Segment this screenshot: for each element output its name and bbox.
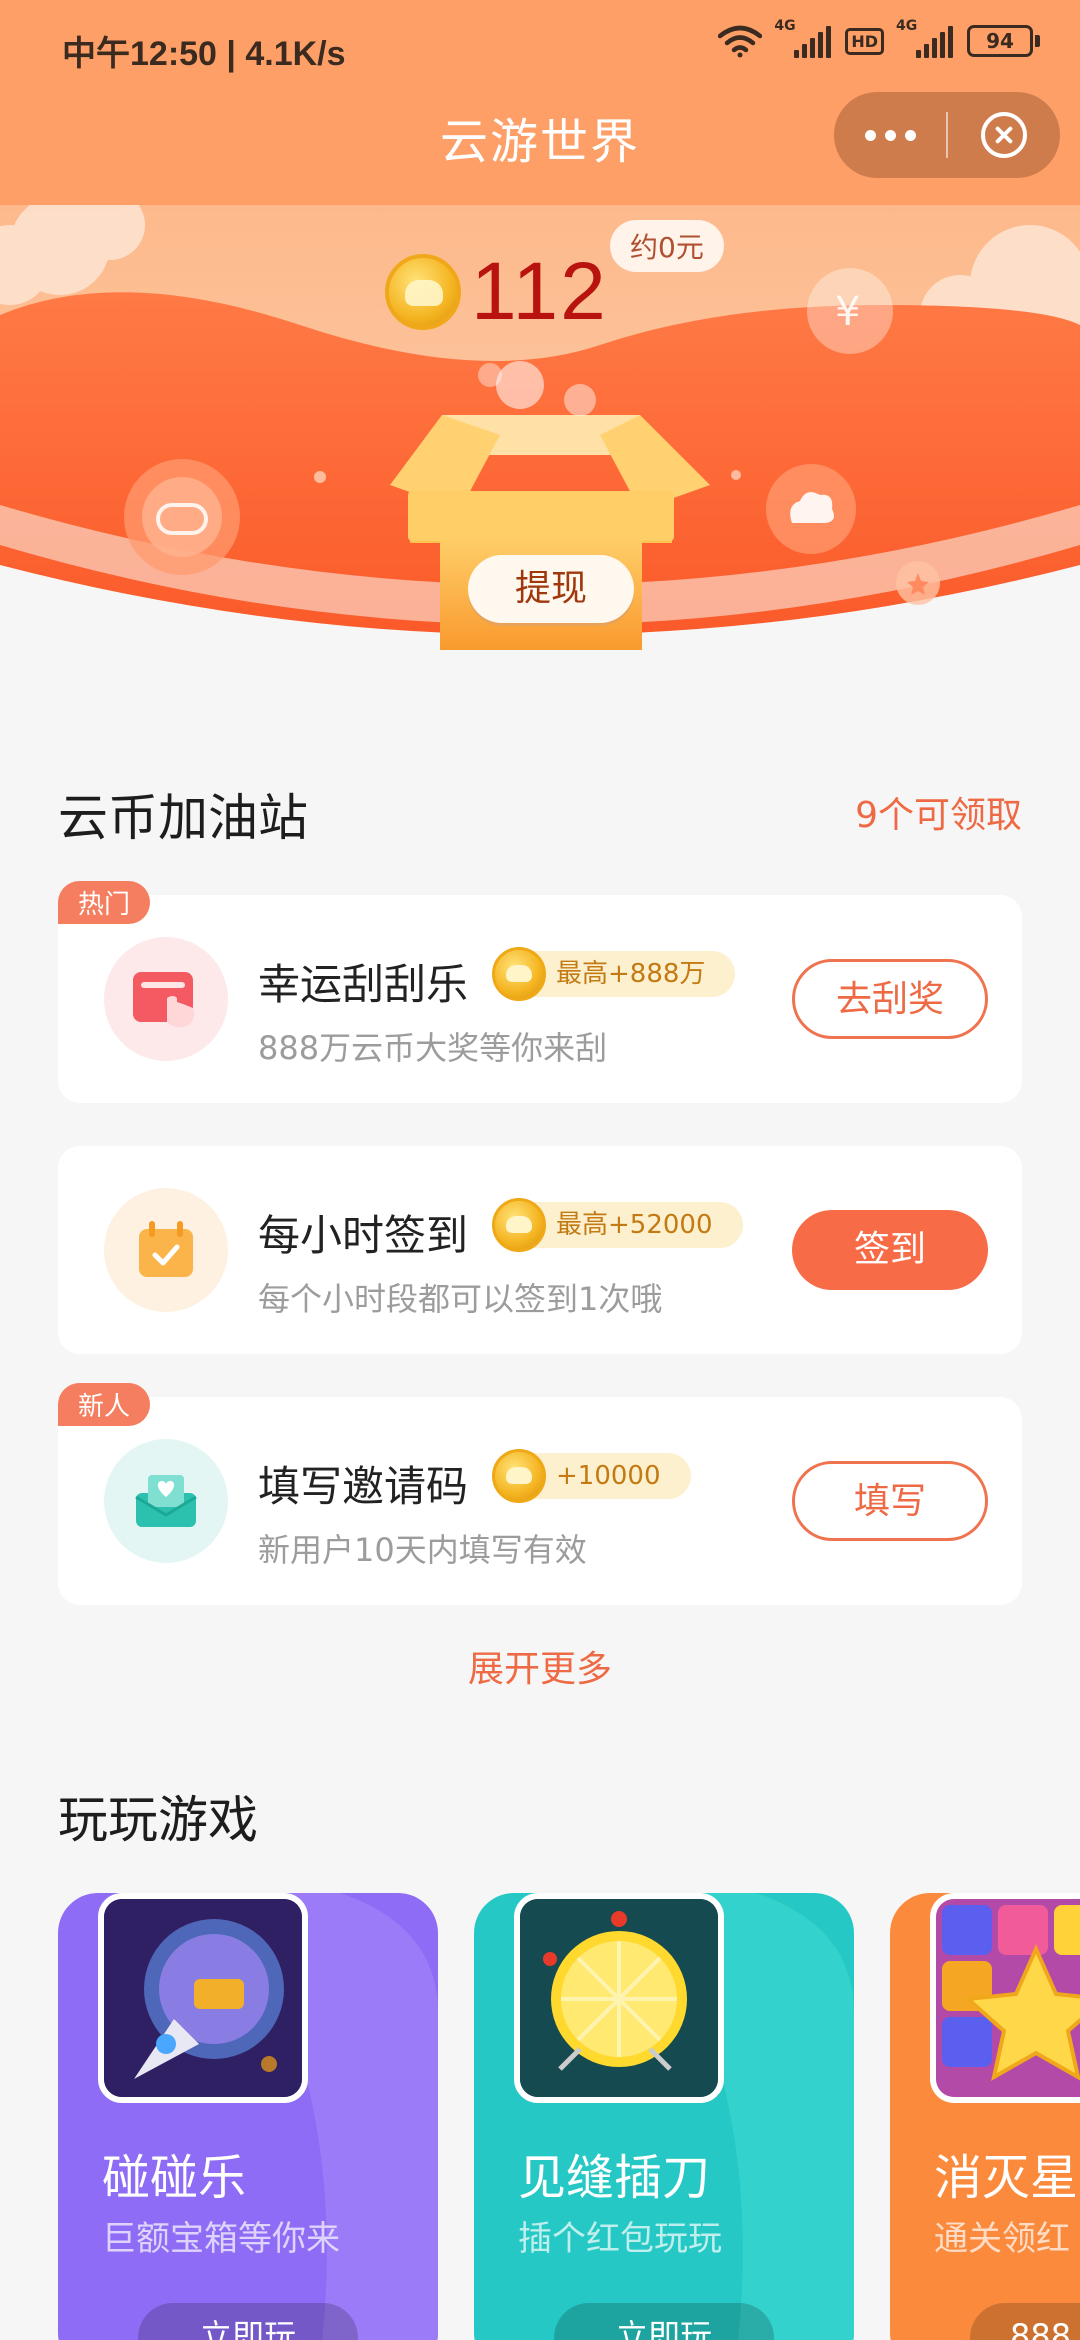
hd-badge: HD bbox=[845, 27, 884, 55]
coin-icon bbox=[492, 947, 546, 1001]
game-subtitle: 插个红包玩玩 bbox=[518, 2219, 722, 2259]
task-subtitle: 888万云币大奖等你来刮 bbox=[258, 1029, 608, 1067]
svg-text:¥: ¥ bbox=[835, 289, 860, 335]
game-title: 碰碰乐 bbox=[102, 2150, 247, 2206]
mini-program-capsule bbox=[834, 92, 1060, 178]
status-time: 中午12:50 | 4.1K/s bbox=[62, 35, 346, 73]
task-card-scratch: 热门 幸运刮刮乐 最高+888万 888万云币大奖等你来刮 去刮奖 bbox=[58, 881, 1022, 1103]
game-title: 消灭星 bbox=[934, 2150, 1079, 2206]
game-title: 见缝插刀 bbox=[518, 2150, 711, 2206]
calendar-check-icon bbox=[104, 1188, 228, 1312]
close-button[interactable] bbox=[948, 92, 1060, 178]
wifi-icon bbox=[718, 25, 763, 58]
hero-banner: ¥ 112 约0元 提现 bbox=[0, 205, 1080, 705]
task-card-invite: 新人 填写邀请码 +10000 新用户10天内填写有效 填写 bbox=[58, 1383, 1022, 1605]
coin-amount: 112 bbox=[471, 246, 608, 337]
task-subtitle: 新用户10天内填写有效 bbox=[258, 1531, 587, 1569]
more-options-button[interactable] bbox=[834, 92, 946, 178]
play-button[interactable]: 立即玩 bbox=[554, 2303, 774, 2340]
checkin-button[interactable]: 签到 bbox=[792, 1210, 988, 1290]
games-section-title: 玩玩游戏 bbox=[58, 1791, 258, 1849]
signal-icon-1: 4G bbox=[774, 18, 832, 58]
game-subtitle: 通关领红 bbox=[934, 2219, 1070, 2259]
hot-tag: 热门 bbox=[58, 881, 151, 924]
envelope-heart-icon bbox=[104, 1439, 228, 1563]
play-button[interactable]: 888 bbox=[970, 2303, 1080, 2340]
game-card[interactable]: 碰碰乐 巨额宝箱等你来 立即玩 bbox=[58, 1893, 438, 2340]
signal-icon-2: 4G bbox=[896, 18, 953, 58]
reward-badge: 最高+52000 bbox=[492, 1198, 743, 1252]
game-subtitle: 巨额宝箱等你来 bbox=[102, 2219, 340, 2259]
play-button[interactable]: 立即玩 bbox=[138, 2303, 358, 2340]
new-user-tag: 新人 bbox=[58, 1383, 151, 1426]
station-section-title: 云币加油站 bbox=[58, 789, 308, 847]
task-subtitle: 每个小时段都可以签到1次哦 bbox=[258, 1280, 663, 1318]
battery-icon: 94 bbox=[967, 25, 1040, 57]
reward-badge: 最高+888万 bbox=[492, 947, 736, 1001]
status-bar: 中午12:50 | 4.1K/s 4G HD 4G 94 bbox=[0, 0, 1080, 95]
coin-icon bbox=[492, 1449, 546, 1503]
scratch-button[interactable]: 去刮奖 bbox=[792, 959, 988, 1039]
task-title: 每小时签到 bbox=[258, 1211, 469, 1260]
game-card[interactable]: 见缝插刀 插个红包玩玩 立即玩 bbox=[474, 1893, 854, 2340]
claimable-count-link[interactable]: 9个可领取 bbox=[855, 786, 1022, 838]
cloud-coin-icon bbox=[385, 254, 461, 330]
game-thumbnail-rocket bbox=[98, 1893, 308, 2103]
reward-badge: +10000 bbox=[492, 1449, 691, 1503]
task-title: 填写邀请码 bbox=[258, 1462, 469, 1511]
task-title: 幸运刮刮乐 bbox=[258, 960, 469, 1009]
status-icons: 4G HD 4G 94 bbox=[718, 18, 1040, 58]
close-icon bbox=[981, 112, 1027, 158]
fill-code-button[interactable]: 填写 bbox=[792, 1461, 988, 1541]
withdraw-button[interactable]: 提现 bbox=[468, 555, 634, 623]
expand-more-link[interactable]: 展开更多 bbox=[0, 1640, 1080, 1692]
coin-balance: 112 bbox=[385, 245, 608, 339]
cash-equivalent-badge: 约0元 bbox=[610, 220, 724, 272]
task-card-checkin: 每小时签到 最高+52000 每个小时段都可以签到1次哦 签到 bbox=[58, 1146, 1022, 1354]
game-card[interactable]: 消灭星 通关领红 888 bbox=[890, 1893, 1080, 2340]
game-thumbnail-star bbox=[930, 1893, 1080, 2103]
coin-icon bbox=[492, 1198, 546, 1252]
game-thumbnail-lemon bbox=[514, 1893, 724, 2103]
scratch-card-icon bbox=[104, 937, 228, 1061]
